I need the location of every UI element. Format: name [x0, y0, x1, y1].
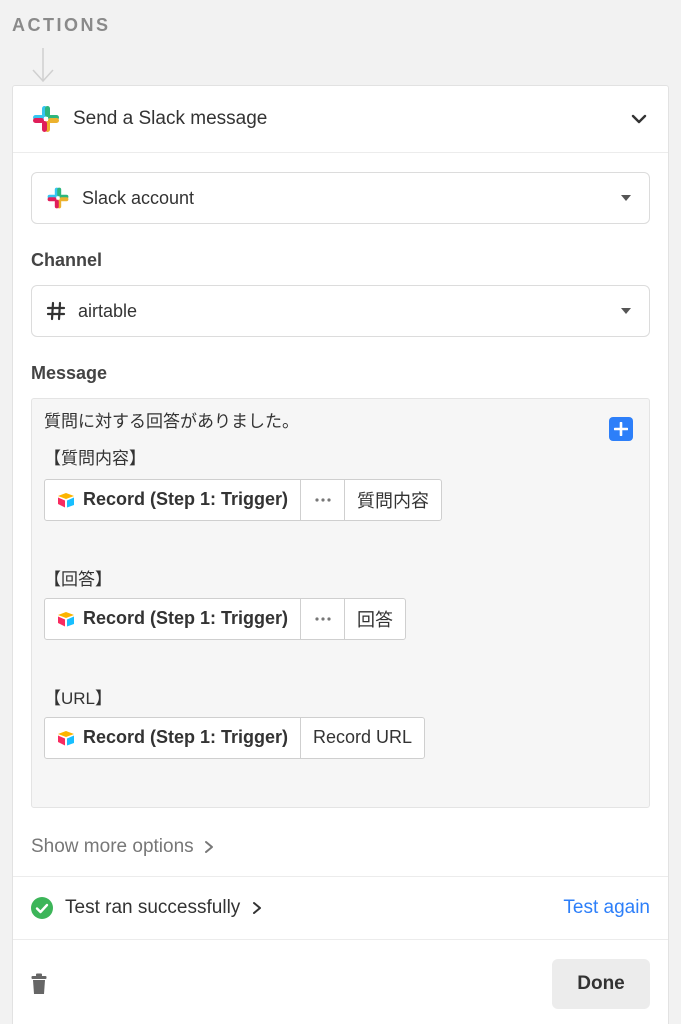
- more-icon[interactable]: [301, 479, 346, 520]
- airtable-logo-icon: [58, 730, 74, 746]
- plus-icon: [614, 422, 628, 436]
- check-circle-icon: [31, 897, 53, 919]
- done-button[interactable]: Done: [552, 959, 650, 1009]
- section-label: ACTIONS: [12, 15, 111, 35]
- message-label: Message: [31, 363, 108, 383]
- slack-logo-icon: [47, 187, 69, 209]
- block-heading: 【回答】: [44, 569, 112, 589]
- account-select[interactable]: Slack account: [31, 172, 650, 224]
- message-intro: 質問に対する回答がありました。: [44, 412, 299, 431]
- token-source: Record (Step 1: Trigger): [83, 608, 289, 629]
- test-status-row: Test ran successfully Test again: [13, 877, 668, 939]
- field-token[interactable]: Record (Step 1: Trigger) 質問内容: [44, 478, 443, 521]
- message-editor[interactable]: 質問に対する回答がありました。 【質問内容】 Record (Step 1: T…: [31, 398, 650, 808]
- account-value: Slack account: [82, 187, 195, 208]
- action-title: Send a Slack message: [73, 108, 268, 129]
- chevron-right-icon: [204, 841, 213, 853]
- airtable-logo-icon: [58, 611, 74, 627]
- channel-label: Channel: [31, 250, 103, 270]
- test-status-text[interactable]: Test ran successfully: [65, 897, 240, 919]
- token-field: Record URL: [313, 727, 413, 748]
- card-footer: Done: [13, 940, 668, 1024]
- arrow-down-icon: [32, 48, 54, 83]
- field-token[interactable]: Record (Step 1: Trigger) Record URL: [44, 716, 426, 759]
- block-heading: 【URL】: [44, 688, 113, 708]
- channel-select[interactable]: airtable: [31, 285, 650, 337]
- token-field: 回答: [357, 609, 394, 630]
- action-header[interactable]: Send a Slack message: [13, 86, 668, 153]
- test-again-link[interactable]: Test again: [563, 897, 650, 919]
- show-more-label: Show more options: [31, 836, 194, 857]
- caret-down-icon: [621, 308, 631, 314]
- caret-down-icon: [621, 195, 631, 201]
- show-more-options-link[interactable]: Show more options: [31, 836, 650, 858]
- token-source: Record (Step 1: Trigger): [83, 727, 289, 748]
- block-heading: 【質問内容】: [44, 448, 146, 468]
- more-icon[interactable]: [301, 598, 346, 639]
- chevron-down-icon[interactable]: [628, 108, 650, 130]
- trash-icon[interactable]: [31, 973, 47, 995]
- airtable-logo-icon: [58, 492, 74, 508]
- add-field-button[interactable]: [609, 417, 633, 441]
- channel-value: airtable: [78, 300, 138, 321]
- token-source: Record (Step 1: Trigger): [83, 489, 289, 510]
- action-card: Send a Slack message Slack account Chann…: [12, 85, 669, 1024]
- chevron-right-icon[interactable]: [252, 901, 262, 915]
- slack-logo-icon: [33, 106, 59, 132]
- token-field: 質問内容: [357, 490, 430, 511]
- hash-icon: [46, 301, 66, 321]
- field-token[interactable]: Record (Step 1: Trigger) 回答: [44, 597, 407, 640]
